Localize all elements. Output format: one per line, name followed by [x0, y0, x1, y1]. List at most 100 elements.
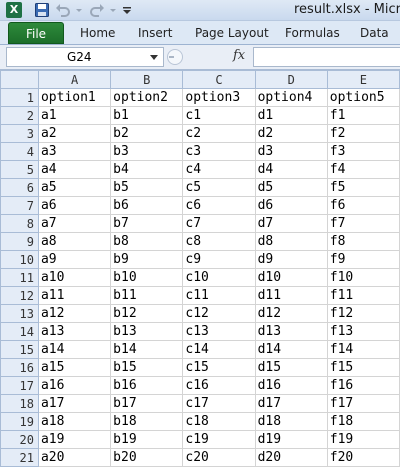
cell[interactable]: f13 — [326, 322, 400, 341]
cell[interactable]: d13 — [254, 322, 328, 341]
cell[interactable]: b14 — [110, 340, 184, 359]
redo-icon[interactable] — [89, 2, 105, 18]
cell[interactable]: f19 — [326, 430, 400, 449]
cell[interactable]: c20 — [182, 448, 256, 467]
formula-input[interactable] — [253, 47, 400, 67]
cell[interactable]: a13 — [37, 322, 112, 341]
cell[interactable]: a8 — [37, 232, 112, 251]
cell[interactable]: d15 — [254, 358, 328, 377]
row-header[interactable]: 2 — [0, 106, 39, 125]
cell[interactable]: option2 — [110, 88, 184, 107]
cell[interactable]: b8 — [110, 232, 184, 251]
row-header[interactable]: 6 — [0, 178, 39, 197]
cell[interactable]: c6 — [182, 196, 256, 215]
cell[interactable]: c14 — [182, 340, 256, 359]
cell[interactable]: c1 — [182, 106, 256, 125]
cell[interactable]: b1 — [110, 106, 184, 125]
cell[interactable]: a7 — [37, 214, 112, 233]
cell[interactable]: b7 — [110, 214, 184, 233]
tab-page-layout[interactable]: Page Layout — [195, 26, 269, 40]
cell[interactable]: a1 — [37, 106, 112, 125]
cell[interactable]: f9 — [326, 250, 400, 269]
cell[interactable]: a11 — [37, 286, 112, 305]
cell[interactable]: option3 — [182, 88, 256, 107]
cell[interactable]: a16 — [37, 376, 112, 395]
cell[interactable]: b9 — [110, 250, 184, 269]
cell[interactable]: f4 — [326, 160, 400, 179]
cell[interactable]: d7 — [254, 214, 328, 233]
cell[interactable]: d9 — [254, 250, 328, 269]
tab-data[interactable]: Data — [360, 26, 389, 40]
cell[interactable]: f7 — [326, 214, 400, 233]
cell[interactable]: f3 — [326, 142, 400, 161]
cell[interactable]: option4 — [254, 88, 328, 107]
cell[interactable]: d8 — [254, 232, 328, 251]
cell[interactable]: a20 — [37, 448, 112, 467]
cell[interactable]: d1 — [254, 106, 328, 125]
cell[interactable]: f17 — [326, 394, 400, 413]
undo-icon[interactable] — [55, 2, 71, 18]
column-header-d[interactable]: D — [254, 70, 328, 89]
cell[interactable]: f16 — [326, 376, 400, 395]
cell[interactable]: a9 — [37, 250, 112, 269]
cell[interactable]: f20 — [326, 448, 400, 467]
row-header[interactable]: 3 — [0, 124, 39, 143]
row-header[interactable]: 4 — [0, 142, 39, 161]
column-header-e[interactable]: E — [326, 70, 400, 89]
cell[interactable]: c16 — [182, 376, 256, 395]
cell[interactable]: f11 — [326, 286, 400, 305]
cell[interactable]: b10 — [110, 268, 184, 287]
cell[interactable]: c3 — [182, 142, 256, 161]
cell[interactable]: c7 — [182, 214, 256, 233]
row-header[interactable]: 8 — [0, 214, 39, 233]
name-box[interactable]: G24 — [6, 47, 164, 67]
column-header-b[interactable]: B — [110, 70, 184, 89]
cell[interactable]: a4 — [37, 160, 112, 179]
cell[interactable]: b5 — [110, 178, 184, 197]
formula-bar-toggle-icon[interactable] — [166, 48, 184, 66]
row-header[interactable]: 19 — [0, 412, 39, 431]
cell[interactable]: f12 — [326, 304, 400, 323]
cell[interactable]: c4 — [182, 160, 256, 179]
customize-toolbar-icon[interactable] — [122, 2, 132, 18]
row-header[interactable]: 17 — [0, 376, 39, 395]
cell[interactable]: c12 — [182, 304, 256, 323]
cell[interactable]: f5 — [326, 178, 400, 197]
column-header-c[interactable]: C — [182, 70, 256, 89]
cell[interactable]: b19 — [110, 430, 184, 449]
cell[interactable]: d17 — [254, 394, 328, 413]
cell[interactable]: b18 — [110, 412, 184, 431]
cell[interactable]: c18 — [182, 412, 256, 431]
cell[interactable]: c9 — [182, 250, 256, 269]
cell[interactable]: b20 — [110, 448, 184, 467]
cell[interactable]: d11 — [254, 286, 328, 305]
row-header[interactable]: 10 — [0, 250, 39, 269]
row-header[interactable]: 16 — [0, 358, 39, 377]
cell[interactable]: c8 — [182, 232, 256, 251]
cell[interactable]: option5 — [326, 88, 400, 107]
row-header[interactable]: 15 — [0, 340, 39, 359]
cell[interactable]: d10 — [254, 268, 328, 287]
cell[interactable]: d20 — [254, 448, 328, 467]
cell[interactable]: b2 — [110, 124, 184, 143]
cell[interactable]: a18 — [37, 412, 112, 431]
cell[interactable]: b12 — [110, 304, 184, 323]
row-header[interactable]: 7 — [0, 196, 39, 215]
row-header[interactable]: 9 — [0, 232, 39, 251]
cell[interactable]: f8 — [326, 232, 400, 251]
tab-insert[interactable]: Insert — [138, 26, 172, 40]
cell[interactable]: option1 — [37, 88, 112, 107]
cell[interactable]: b16 — [110, 376, 184, 395]
cell[interactable]: d6 — [254, 196, 328, 215]
cell[interactable]: d12 — [254, 304, 328, 323]
cell[interactable]: b3 — [110, 142, 184, 161]
cell[interactable]: d4 — [254, 160, 328, 179]
undo-dropdown-icon[interactable] — [75, 2, 83, 18]
select-all-corner[interactable] — [0, 70, 39, 89]
cell[interactable]: d3 — [254, 142, 328, 161]
cell[interactable]: c13 — [182, 322, 256, 341]
cell[interactable]: f1 — [326, 106, 400, 125]
column-header-a[interactable]: A — [37, 70, 112, 89]
cell[interactable]: d19 — [254, 430, 328, 449]
cell[interactable]: b15 — [110, 358, 184, 377]
